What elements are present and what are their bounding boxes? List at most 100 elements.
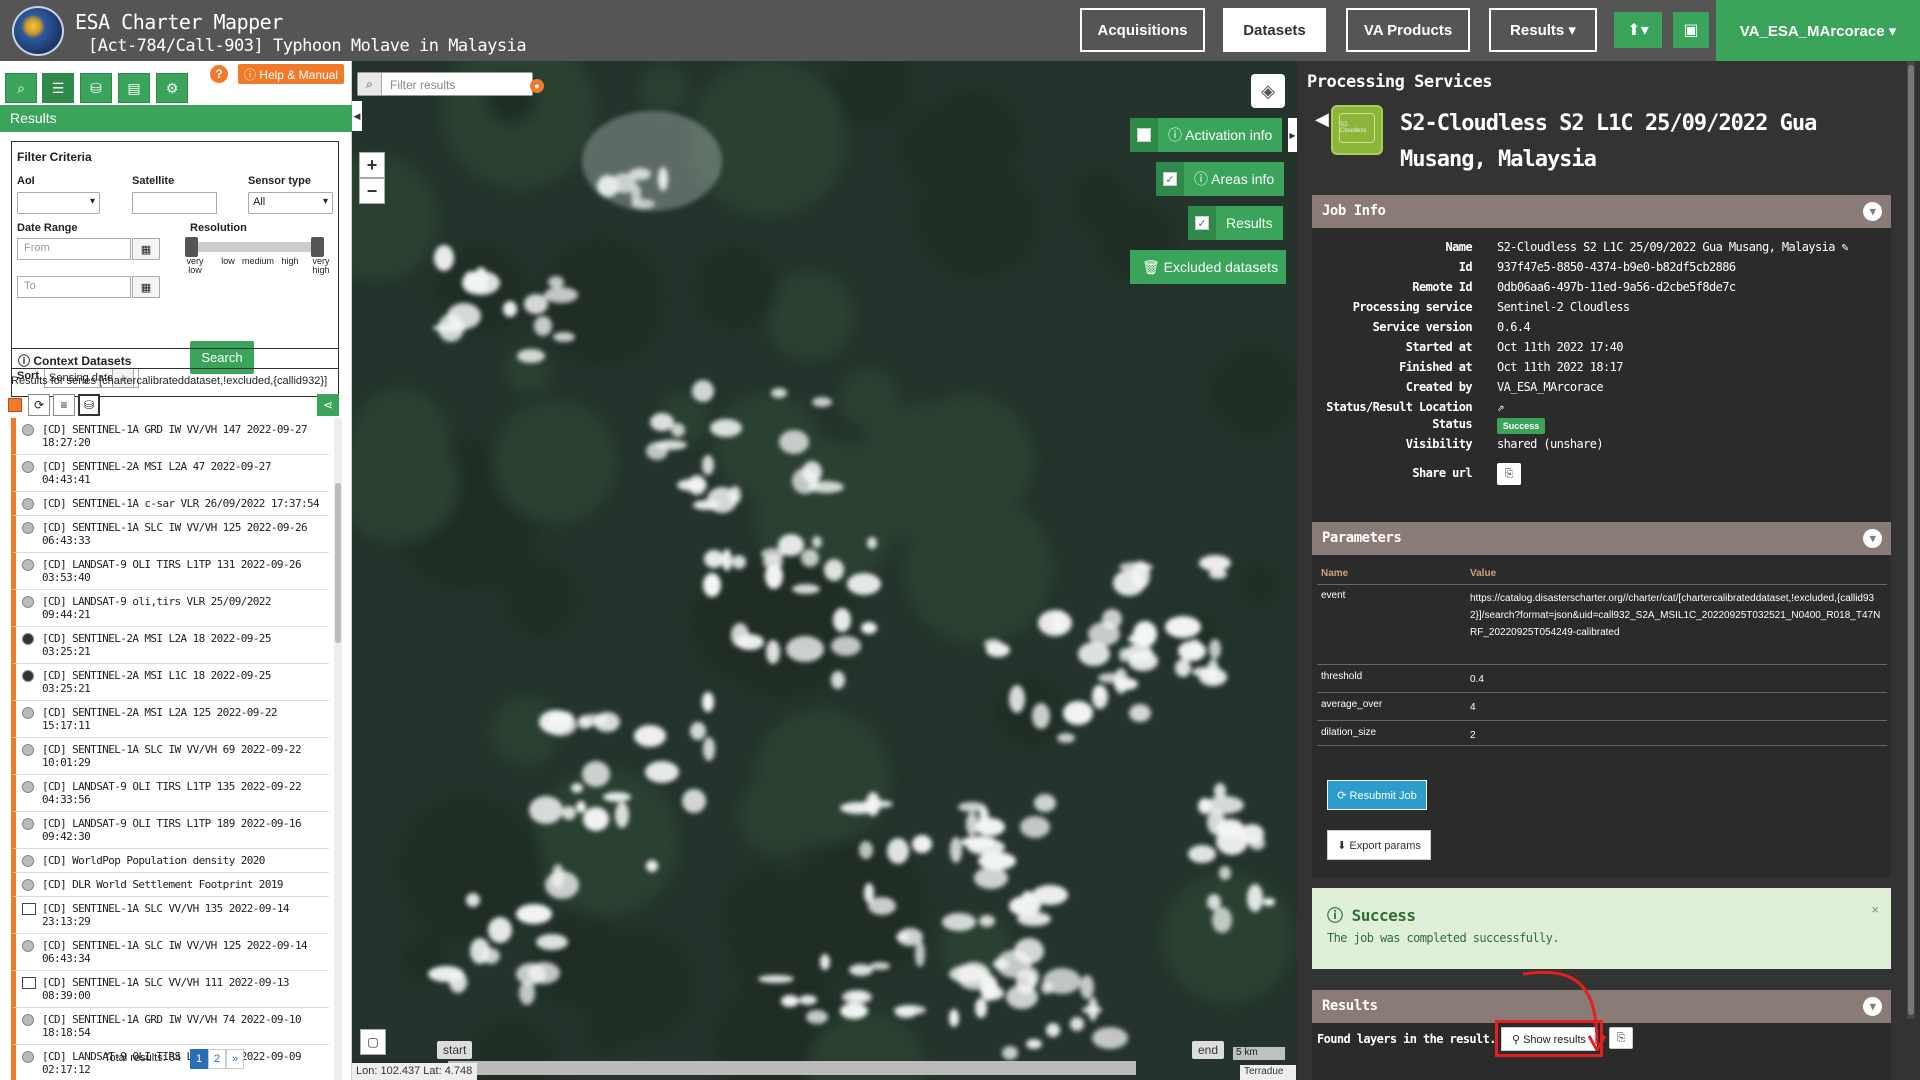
dataset-list-item[interactable]: [CD] SENTINEL-2A MSI L2A 125 2022-09-22 … bbox=[11, 701, 329, 738]
dataset-list-item[interactable]: [CD] SENTINEL-1A SLC IW VV/VH 69 2022-09… bbox=[11, 738, 329, 775]
parameters-header[interactable]: Parameters ▼ bbox=[1312, 522, 1891, 555]
dataset-list-item[interactable]: [CD] WorldPop Population density 2020 bbox=[11, 849, 329, 873]
select-all-checkbox[interactable] bbox=[8, 398, 22, 412]
dataset-list-item[interactable]: [CD] SENTINEL-2A MSI L1C 18 2022-09-25 0… bbox=[11, 664, 329, 701]
annotation-arrow bbox=[1522, 970, 1607, 1051]
timeline-start-label[interactable]: start bbox=[437, 1041, 473, 1059]
export-params-button[interactable]: ⬇ Export params bbox=[1327, 830, 1431, 860]
dataset-list-item[interactable]: [CD] SENTINEL-1A SLC IW VV/VH 125 2022-0… bbox=[11, 516, 329, 553]
visibility-value[interactable]: shared (unshare) bbox=[1497, 437, 1604, 451]
app-title: ESA Charter Mapper bbox=[75, 10, 283, 34]
list-tab-icon[interactable]: ☰ bbox=[42, 73, 74, 103]
dataset-list-item[interactable]: [CD] LANDSAT-9 OLI TIRS L1TP 189 2022-09… bbox=[11, 812, 329, 849]
basket-tab-icon[interactable]: ⛁ bbox=[80, 73, 112, 103]
dataset-list-scrollbar[interactable] bbox=[334, 418, 342, 1080]
resolution-min-handle[interactable] bbox=[185, 237, 198, 257]
help-manual-button[interactable]: ⓘ Help & Manual bbox=[238, 64, 344, 84]
timeline[interactable]: start end bbox=[364, 1041, 1259, 1075]
search-tab-icon[interactable]: ⌕ bbox=[5, 73, 37, 103]
areas-info-checkbox[interactable]: ✓ bbox=[1156, 162, 1184, 196]
right-panel-scrollbar[interactable] bbox=[1907, 61, 1915, 1019]
page-1-button[interactable]: 1 bbox=[190, 1049, 208, 1069]
dataset-list-item[interactable]: [CD] SENTINEL-1A GRD IW VV/VH 147 2022-0… bbox=[11, 418, 329, 455]
briefcase-icon[interactable]: ▣ bbox=[1673, 12, 1709, 48]
areas-info-label: ⓘ Areas info bbox=[1194, 171, 1275, 187]
job-info-key: Remote Id bbox=[1412, 280, 1472, 294]
param-name: average_over bbox=[1321, 699, 1383, 710]
zoom-in-button[interactable]: + bbox=[359, 152, 385, 178]
layers-icon[interactable]: ◈ bbox=[1251, 74, 1285, 108]
activation-info-label: ⓘ Activation info bbox=[1168, 127, 1273, 143]
results-toggle[interactable]: ✓ Results bbox=[1188, 206, 1283, 240]
filter-results-input[interactable]: ⌕ Filter results ● bbox=[357, 72, 544, 96]
nav-results-dropdown[interactable]: Results ▾ bbox=[1489, 8, 1597, 52]
map-attribution[interactable]: Terradue bbox=[1240, 1065, 1296, 1080]
refresh-icon[interactable]: ⟳ bbox=[28, 394, 50, 416]
chevron-down-icon[interactable]: ▼ bbox=[1863, 997, 1882, 1016]
calendar-icon[interactable]: ▦ bbox=[132, 276, 160, 298]
job-info-value[interactable]: ⇗ bbox=[1497, 400, 1504, 414]
zoom-out-button[interactable]: − bbox=[359, 178, 385, 204]
list-view-icon[interactable]: ≡ bbox=[53, 394, 75, 416]
timeline-end-label[interactable]: end bbox=[1192, 1041, 1225, 1059]
dataset-list-item[interactable]: [CD] SENTINEL-1A SLC IW VV/VH 125 2022-0… bbox=[11, 934, 329, 971]
dataset-list-item[interactable]: [CD] SENTINEL-1A c-sar VLR 26/09/2022 17… bbox=[11, 492, 329, 516]
found-layers-text: Found layers in the result. bbox=[1317, 1032, 1496, 1046]
chevron-down-icon[interactable]: ▼ bbox=[1863, 202, 1882, 221]
dataset-list-item[interactable]: [CD] SENTINEL-2A MSI L2A 47 2022-09-27 0… bbox=[11, 455, 329, 492]
excluded-datasets-button[interactable]: 🗑 Excluded datasets bbox=[1130, 250, 1287, 284]
visibility-label: Visibility bbox=[1405, 437, 1473, 451]
parameters-section: Parameters ▼ Name Value ⟳ Resubmit Job ⬇… bbox=[1312, 522, 1891, 877]
dataset-label: [CD] SENTINEL-1A SLC VV/VH 111 2022-09-1… bbox=[42, 976, 290, 1002]
archive-tab-icon[interactable]: ▤ bbox=[118, 73, 150, 103]
basket-icon[interactable]: ⛁ bbox=[78, 394, 100, 416]
nav-datasets-button[interactable]: Datasets bbox=[1223, 8, 1326, 52]
dataset-list-item[interactable]: [CD] SENTINEL-1A SLC VV/VH 111 2022-09-1… bbox=[11, 971, 329, 1008]
close-icon[interactable]: × bbox=[1871, 902, 1879, 917]
aoi-select[interactable]: ▾ bbox=[17, 192, 100, 214]
collapse-left-panel-button[interactable]: ◀ bbox=[352, 101, 362, 131]
context-datasets-header[interactable]: ⓘ Context Datasets bbox=[11, 348, 339, 369]
dataset-list-item[interactable]: [CD] LANDSAT-9 OLI TIRS L1TP 131 2022-09… bbox=[11, 553, 329, 590]
page-2-button[interactable]: 2 bbox=[208, 1049, 226, 1069]
scrollbar-thumb[interactable] bbox=[1908, 65, 1914, 1015]
share-icon[interactable]: ⋖ bbox=[317, 394, 339, 416]
collapse-right-arrow[interactable]: ▶ bbox=[1288, 118, 1297, 152]
dataset-list-item[interactable]: [CD] SENTINEL-1A SLC VV/VH 135 2022-09-1… bbox=[11, 897, 329, 934]
satellite-input[interactable] bbox=[132, 192, 217, 214]
activation-info-checkbox[interactable] bbox=[1130, 118, 1158, 152]
satellite-label: Satellite bbox=[132, 175, 175, 187]
job-info-header[interactable]: Job Info ▼ bbox=[1312, 195, 1891, 228]
copy-share-url-icon[interactable]: ⎘ bbox=[1497, 463, 1521, 485]
dataset-list-item[interactable]: [CD] DLR World Settlement Footprint 2019 bbox=[11, 873, 329, 897]
user-menu-button[interactable]: VA_ESA_MArcorace ▾ bbox=[1716, 0, 1920, 61]
date-from-input[interactable]: From bbox=[17, 238, 131, 260]
resolution-slider[interactable] bbox=[185, 237, 324, 257]
resubmit-job-button[interactable]: ⟳ Resubmit Job bbox=[1327, 780, 1427, 810]
dataset-list-item[interactable]: [CD] SENTINEL-1A GRD IW VV/VH 74 2022-09… bbox=[11, 1008, 329, 1045]
nav-va-products-button[interactable]: VA Products bbox=[1346, 8, 1470, 52]
timeline-bar[interactable] bbox=[448, 1061, 1136, 1075]
calendar-icon[interactable]: ▦ bbox=[132, 238, 160, 260]
upload-dropdown-button[interactable]: ⬆▾ bbox=[1614, 12, 1662, 48]
date-to-input[interactable]: To bbox=[17, 276, 131, 298]
dataset-list-item[interactable]: [CD] LANDSAT-9 OLI TIRS L1TP 135 2022-09… bbox=[11, 775, 329, 812]
dataset-list-item[interactable]: [CD] SENTINEL-2A MSI L2A 18 2022-09-25 0… bbox=[11, 627, 329, 664]
areas-info-toggle[interactable]: ✓ ⓘ Areas info bbox=[1156, 162, 1285, 196]
filter-clear-icon[interactable]: ● bbox=[530, 79, 544, 93]
settings-tab-icon[interactable]: ⚙ bbox=[156, 73, 188, 103]
dataset-list-item[interactable]: [CD] LANDSAT-9 oli,tirs VLR 25/09/2022 0… bbox=[11, 590, 329, 627]
job-info-value[interactable]: S2-Cloudless S2 L1C 25/09/2022 Gua Musan… bbox=[1497, 240, 1849, 254]
chevron-down-icon[interactable]: ▼ bbox=[1863, 529, 1882, 548]
scrollbar-thumb[interactable] bbox=[335, 483, 341, 643]
sensor-type-select[interactable]: All ▾ bbox=[248, 192, 333, 214]
results-checkbox[interactable]: ✓ bbox=[1188, 206, 1216, 240]
map-view[interactable]: ◀ ⌕ Filter results ● + − ◈ ⓘ Activation … bbox=[352, 61, 1297, 1080]
job-info-key: Id bbox=[1458, 260, 1473, 274]
activation-info-toggle[interactable]: ⓘ Activation info bbox=[1130, 118, 1283, 152]
nav-acquisitions-button[interactable]: Acquisitions bbox=[1080, 8, 1205, 52]
help-question-icon[interactable]: ? bbox=[210, 65, 228, 83]
next-page-button[interactable]: » bbox=[226, 1049, 244, 1069]
back-arrow-icon[interactable]: ◀ bbox=[1315, 109, 1329, 130]
resolution-max-handle[interactable] bbox=[311, 237, 324, 257]
